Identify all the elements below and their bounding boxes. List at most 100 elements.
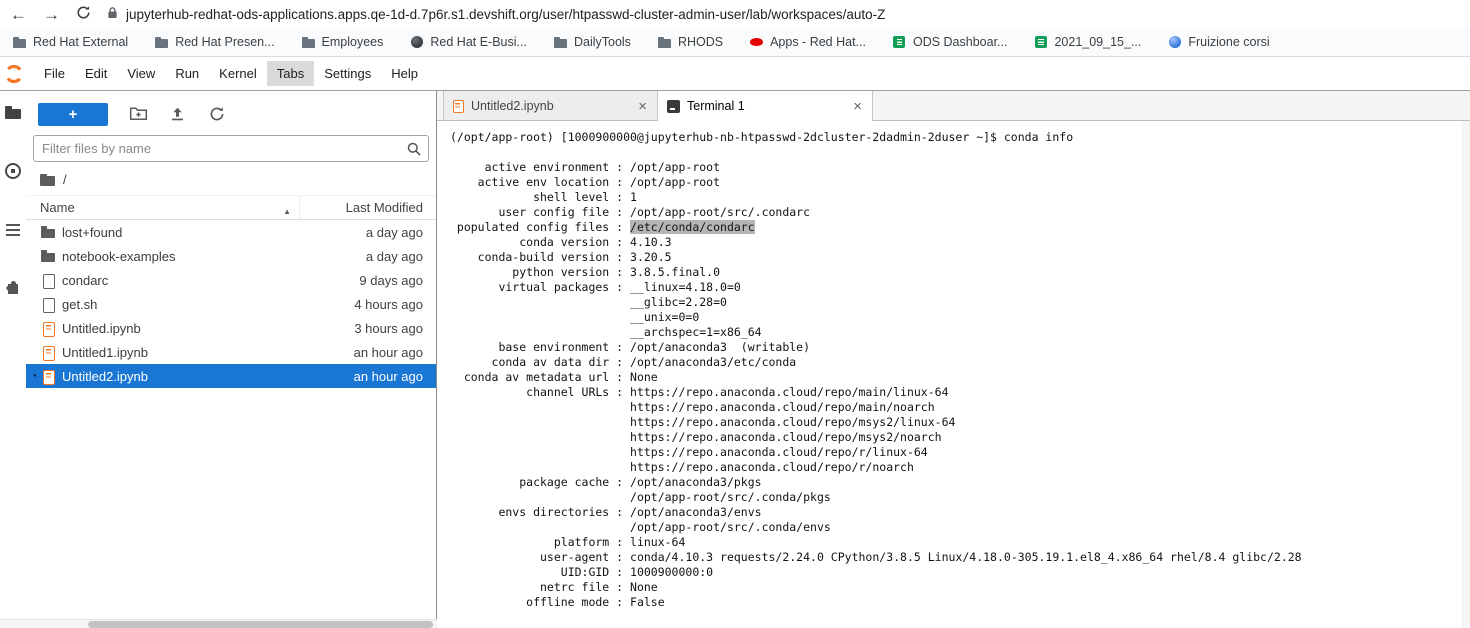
forward-icon[interactable]: →: [43, 6, 60, 23]
scrollbar-thumb[interactable]: [88, 621, 433, 628]
file-modified: 3 hours ago: [354, 320, 423, 336]
label-value-separator: [609, 310, 630, 324]
sidebar-horizontal-scrollbar[interactable]: [0, 619, 437, 628]
file-modified: a day ago: [365, 224, 423, 240]
tab-icon: [667, 99, 680, 113]
bookmark-item[interactable]: Red Hat External: [12, 35, 128, 50]
address-bar[interactable]: jupyterhub-redhat-ods-applications.apps.…: [107, 6, 1460, 22]
bookmark-item[interactable]: Apps - Red Hat...: [749, 35, 866, 50]
bookmark-label: Red Hat E-Busi...: [430, 35, 527, 49]
terminal-prompt-line: (/opt/app-root) [1000900000@jupyterhub-n…: [450, 130, 1074, 144]
file-row[interactable]: Untitled.ipynb 3 hours ago: [26, 316, 436, 340]
conda-info-label: user-agent: [539, 550, 610, 564]
sidebar-tab-icon: [3, 103, 23, 123]
label-value-separator: [609, 520, 630, 534]
menu-item[interactable]: Kernel: [209, 61, 267, 86]
conda-info-value: /opt/anaconda3 (writable): [630, 340, 811, 354]
file-row[interactable]: condarc 9 days ago: [26, 268, 436, 292]
new-folder-icon[interactable]: [129, 106, 148, 122]
terminal-line: https://repo.anaconda.cloud/repo/msys2/n…: [450, 430, 1456, 445]
label-value-separator: :: [609, 205, 631, 219]
filter-files-input[interactable]: [33, 135, 429, 162]
bookmark-item[interactable]: Fruizione corsi: [1167, 35, 1270, 50]
bookmark-item[interactable]: Employees: [301, 35, 383, 50]
tab-label: Untitled2.ipynb: [471, 99, 554, 113]
terminal-line: shell level : 1: [450, 190, 1456, 205]
bookmark-item[interactable]: Red Hat Presen...: [154, 35, 275, 50]
bookmark-item[interactable]: DailyTools: [553, 35, 631, 50]
file-name: condarc: [62, 272, 109, 288]
conda-info-label: active env location: [477, 175, 610, 189]
file-name: Untitled.ipynb: [62, 320, 141, 336]
conda-info-value: linux-64: [630, 535, 686, 549]
file-type-icon: [40, 248, 56, 264]
filter-files-container: [33, 135, 429, 162]
file-name: lost+found: [62, 224, 123, 240]
terminal-line: virtual packages : __linux=4.18.0=0: [450, 280, 1456, 295]
menu-item[interactable]: Tabs: [266, 61, 315, 86]
conda-info-label: netrc file: [539, 580, 610, 594]
sidebar-tab[interactable]: [3, 161, 23, 181]
bookmark-item[interactable]: ODS Dashboar...: [892, 35, 1007, 50]
menu-item[interactable]: File: [34, 61, 75, 86]
breadcrumb[interactable]: /: [26, 162, 436, 195]
menu-item[interactable]: View: [117, 61, 165, 86]
conda-info-value: /opt/app-root/src/.conda/pkgs: [630, 490, 831, 504]
menu-item[interactable]: Run: [165, 61, 209, 86]
bookmark-item[interactable]: RHODS: [657, 35, 723, 50]
main-area-tab[interactable]: Untitled2.ipynb ×: [443, 91, 658, 121]
file-row[interactable]: ● Untitled2.ipynb an hour ago: [26, 364, 436, 388]
file-type-icon: [40, 344, 56, 361]
url-text: jupyterhub-redhat-ods-applications.apps.…: [126, 6, 886, 22]
menu-item[interactable]: Settings: [314, 61, 381, 86]
back-icon[interactable]: ←: [10, 6, 27, 23]
upload-icon[interactable]: [169, 106, 188, 122]
conda-info-value: /opt/anaconda3/pkgs: [630, 475, 762, 489]
terminal-panel[interactable]: (/opt/app-root) [1000900000@jupyterhub-n…: [437, 121, 1470, 628]
bookmark-item[interactable]: 2021_09_15_...: [1033, 35, 1141, 50]
conda-info-label: conda av metadata url: [463, 370, 610, 384]
menu-item[interactable]: Help: [381, 61, 428, 86]
main-area-tab[interactable]: Terminal 1 ×: [658, 91, 873, 121]
conda-info-value: __linux=4.18.0=0: [630, 280, 741, 294]
terminal-line: user-agent : conda/4.10.3 requests/2.24.…: [450, 550, 1456, 565]
sidebar-tab[interactable]: [3, 219, 23, 239]
label-value-separator: [609, 490, 630, 504]
conda-info-value: False: [630, 595, 665, 609]
bookmark-favicon: [301, 35, 316, 50]
terminal-line: active env location : /opt/app-root: [450, 175, 1456, 190]
conda-info-label: user config file: [498, 205, 610, 219]
refresh-icon[interactable]: [209, 106, 228, 122]
new-launcher-button[interactable]: +: [38, 102, 108, 126]
reload-icon[interactable]: [76, 5, 91, 23]
terminal-line: conda av metadata url : None: [450, 370, 1456, 385]
bookmark-label: Red Hat Presen...: [175, 35, 275, 49]
tab-close-icon[interactable]: ×: [851, 99, 864, 114]
terminal-output: active environment : /opt/app-root activ…: [450, 160, 1456, 610]
conda-info-value: https://repo.anaconda.cloud/repo/main/li…: [630, 385, 949, 399]
terminal-line: package cache : /opt/anaconda3/pkgs: [450, 475, 1456, 490]
label-value-separator: :: [609, 220, 631, 234]
column-header-modified[interactable]: Last Modified: [299, 196, 436, 219]
bookmark-item[interactable]: Red Hat E-Busi...: [409, 35, 527, 50]
file-row[interactable]: lost+found a day ago: [26, 220, 436, 244]
terminal-line: __archspec=1=x86_64: [450, 325, 1456, 340]
file-name: Untitled1.ipynb: [62, 344, 148, 360]
conda-info-label: conda version: [519, 235, 610, 249]
conda-info-value: /opt/app-root/src/.conda/envs: [630, 520, 831, 534]
menu-item[interactable]: Edit: [75, 61, 117, 86]
column-header-name[interactable]: Name ▲: [26, 200, 299, 216]
file-row[interactable]: notebook-examples a day ago: [26, 244, 436, 268]
sidebar-tab[interactable]: [3, 277, 23, 297]
conda-info-label: UID:GID: [560, 565, 610, 579]
conda-info-label: python version: [512, 265, 610, 279]
terminal-scrollbar[interactable]: [1462, 121, 1470, 628]
sidebar-tab[interactable]: [3, 103, 23, 123]
file-row[interactable]: Untitled1.ipynb an hour ago: [26, 340, 436, 364]
file-modified: 4 hours ago: [354, 296, 423, 312]
label-value-separator: :: [609, 355, 631, 369]
terminal-line: conda-build version : 3.20.5: [450, 250, 1456, 265]
file-row[interactable]: get.sh 4 hours ago: [26, 292, 436, 316]
tab-close-icon[interactable]: ×: [636, 99, 649, 114]
label-value-separator: :: [609, 550, 631, 564]
